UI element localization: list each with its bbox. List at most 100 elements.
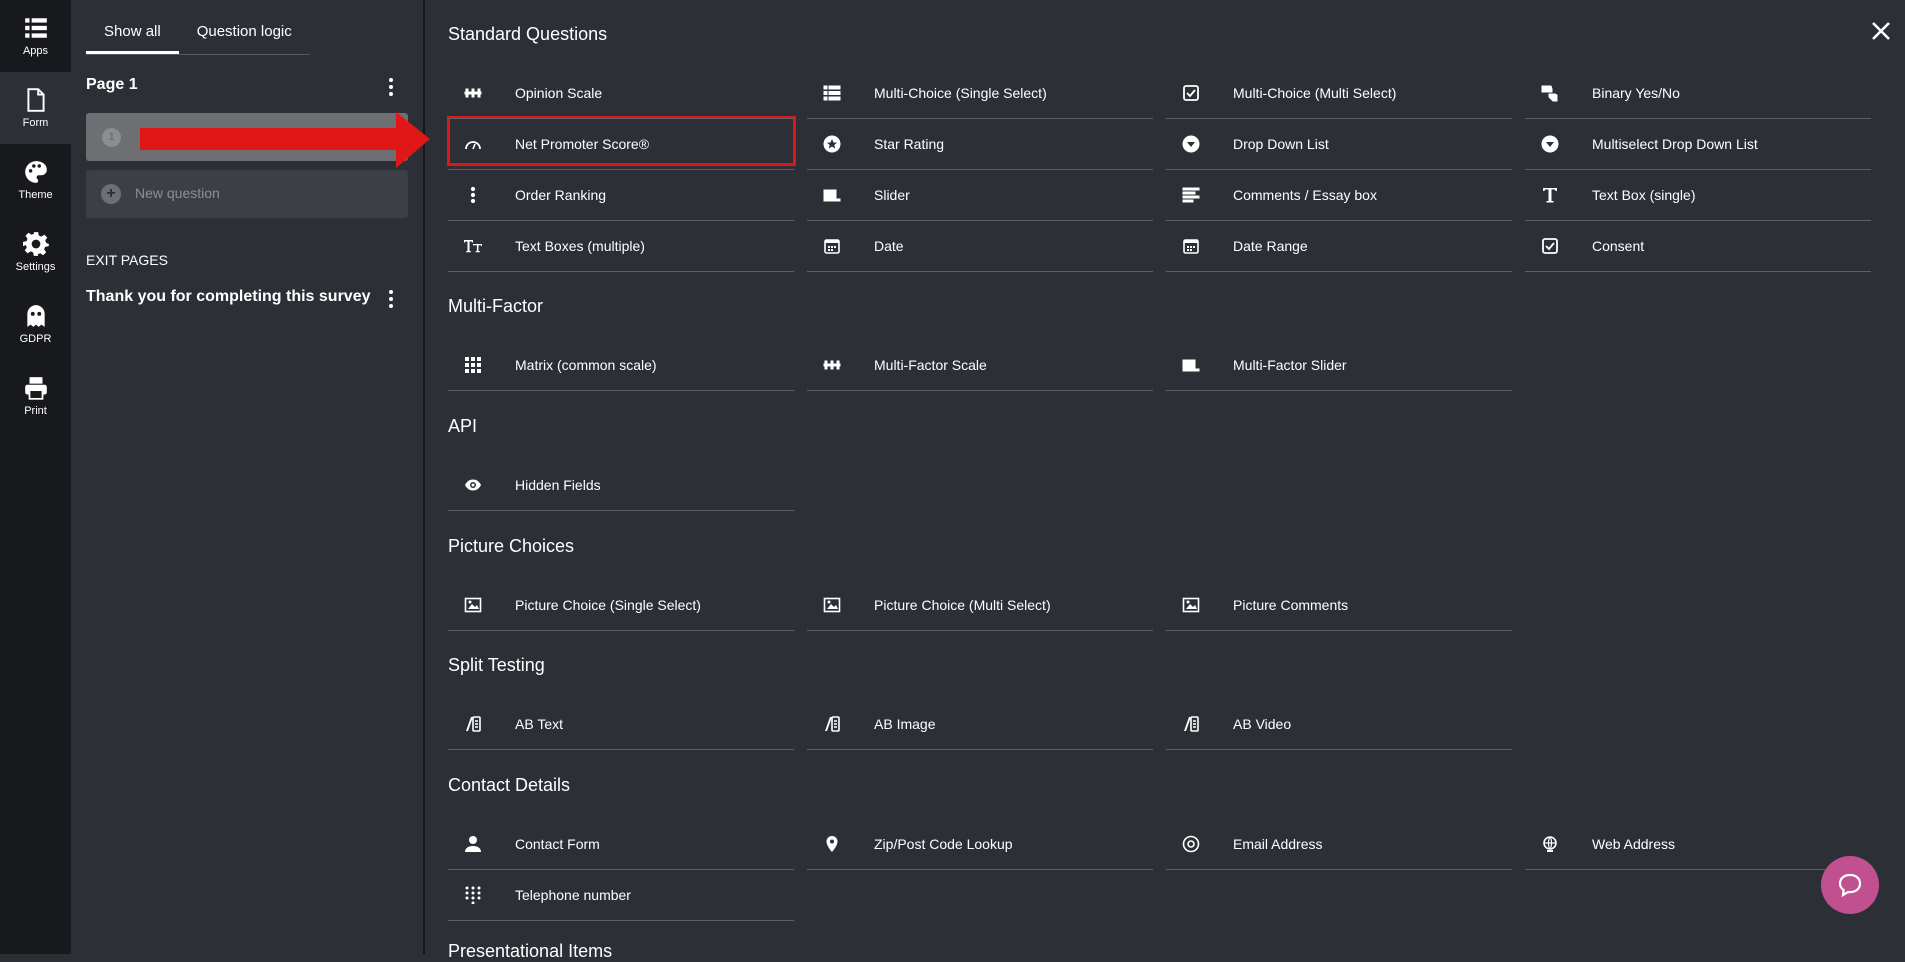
section-title-picture-choices: Picture Choices	[448, 536, 575, 556]
question-type-order-ranking[interactable]: Order Ranking	[448, 170, 794, 221]
exit-page-thank-you[interactable]: Thank you for completing this survey	[86, 288, 371, 306]
palette-icon	[24, 161, 47, 183]
grid-icon	[464, 356, 482, 374]
question-type-label: Date Range	[1233, 238, 1308, 254]
new-question-button[interactable]: + New question	[86, 170, 408, 218]
question-type-label: Date	[874, 238, 904, 254]
question-type-text-boxes-multiple[interactable]: Text Boxes (multiple)	[448, 221, 794, 272]
gear-icon	[22, 232, 49, 256]
chat-bubble-icon	[1838, 873, 1862, 898]
question-type-web-address[interactable]: Web Address	[1525, 819, 1871, 870]
question-type-date[interactable]: Date	[807, 221, 1153, 272]
question-type-date-range[interactable]: Date Range	[1166, 221, 1512, 272]
question-type-label: AB Video	[1233, 716, 1292, 732]
rail-label: GDPR	[19, 333, 52, 345]
split-icon	[823, 715, 841, 733]
question-type-multi-choice-multi-select[interactable]: Multi-Choice (Multi Select)	[1166, 68, 1512, 119]
rail-label: Form	[22, 117, 49, 129]
rail-label: Settings	[15, 261, 56, 273]
list-icon	[823, 84, 841, 102]
page-title: Page 1	[86, 76, 138, 93]
ghost-icon	[26, 305, 45, 327]
question-type-label: Picture Choice (Single Select)	[515, 597, 701, 613]
at-icon	[1182, 835, 1200, 853]
section-title-multi-factor: Multi-Factor	[448, 296, 544, 316]
rail-item-print[interactable]: Print	[0, 360, 71, 432]
question-type-picture-choice-single-select[interactable]: Picture Choice (Single Select)	[448, 580, 794, 631]
question-type-label: Hidden Fields	[515, 477, 601, 493]
question-type-gallery: Standard Questions Opinion Scale Multi-Cho…	[425, 0, 1905, 961]
picture-icon	[464, 596, 482, 614]
rail-item-form[interactable]: Form	[0, 72, 71, 144]
question-type-picture-choice-multi-select[interactable]: Picture Choice (Multi Select)	[807, 580, 1153, 631]
pin-icon	[823, 835, 841, 853]
question-type-zip-post-code-lookup[interactable]: Zip/Post Code Lookup	[807, 819, 1153, 870]
question-type-multi-factor-scale[interactable]: Multi-Factor Scale	[807, 340, 1153, 391]
dropdown-icon	[1182, 135, 1200, 153]
question-type-label: AB Image	[874, 716, 936, 732]
question-type-contact-form[interactable]: Contact Form	[448, 819, 794, 870]
question-type-slider[interactable]: Slider	[807, 170, 1153, 221]
person-icon	[464, 835, 482, 853]
question-type-label: Net Promoter Score®	[515, 136, 650, 152]
checkbox-icon	[1541, 237, 1559, 255]
question-type-label: Comments / Essay box	[1233, 187, 1377, 203]
gauge-icon	[464, 135, 482, 153]
page-menu-icon[interactable]	[388, 78, 394, 96]
app-rail: Apps Form Theme Settings GDPR Print	[0, 0, 71, 954]
question-type-comments-essay-box[interactable]: Comments / Essay box	[1166, 170, 1512, 221]
question-number: 1	[102, 128, 121, 147]
text-tt-icon	[464, 237, 482, 255]
question-type-matrix-common-scale[interactable]: Matrix (common scale)	[448, 340, 794, 391]
question-type-multiselect-drop-down-list[interactable]: Multiselect Drop Down List	[1525, 119, 1871, 170]
help-chat-button[interactable]	[1821, 856, 1879, 914]
question-type-label: Multi-Factor Slider	[1233, 357, 1347, 373]
close-icon[interactable]	[1870, 20, 1892, 42]
keypad-icon	[464, 886, 482, 904]
question-type-ab-video[interactable]: AB Video	[1166, 699, 1512, 750]
star-icon	[823, 135, 841, 153]
section-title-split-testing: Split Testing	[448, 655, 545, 675]
section-title-standard-questions: Standard Questions	[448, 24, 608, 44]
text-t-icon	[1541, 186, 1559, 204]
question-type-opinion-scale[interactable]: Opinion Scale	[448, 68, 794, 119]
tab-show-all[interactable]: Show all	[86, 18, 179, 54]
section-title-api: API	[448, 416, 478, 436]
question-type-telephone-number[interactable]: Telephone number	[448, 870, 794, 921]
question-type-label: Order Ranking	[515, 187, 607, 203]
scale-icon	[823, 356, 841, 374]
question-type-label: Opinion Scale	[515, 85, 603, 101]
question-type-picture-comments[interactable]: Picture Comments	[1166, 580, 1512, 631]
split-icon	[464, 715, 482, 733]
question-type-ab-text[interactable]: AB Text	[448, 699, 794, 750]
rail-item-settings[interactable]: Settings	[0, 216, 71, 288]
question-type-label: Zip/Post Code Lookup	[874, 836, 1013, 852]
question-type-multi-factor-slider[interactable]: Multi-Factor Slider	[1166, 340, 1512, 391]
dropdown-icon	[1541, 135, 1559, 153]
picture-icon	[823, 596, 841, 614]
tab-question-logic[interactable]: Question logic	[179, 18, 310, 54]
question-type-label: Text Box (single)	[1592, 187, 1696, 203]
plus-icon: +	[101, 184, 121, 204]
rail-label: Print	[24, 405, 47, 417]
question-type-ab-image[interactable]: AB Image	[807, 699, 1153, 750]
question-type-hidden-fields[interactable]: Hidden Fields	[448, 460, 794, 511]
exit-page-menu-icon[interactable]	[388, 290, 394, 308]
rail-item-theme[interactable]: Theme	[0, 144, 71, 216]
question-type-net-promoter-score[interactable]: Net Promoter Score®	[448, 119, 794, 170]
question-type-binary-yes-no[interactable]: Binary Yes/No	[1525, 68, 1871, 119]
split-icon	[1182, 715, 1200, 733]
question-type-drop-down-list[interactable]: Drop Down List	[1166, 119, 1512, 170]
question-type-star-rating[interactable]: Star Rating	[807, 119, 1153, 170]
question-type-email-address[interactable]: Email Address	[1166, 819, 1512, 870]
question-type-text-box-single[interactable]: Text Box (single)	[1525, 170, 1871, 221]
rail-item-apps[interactable]: Apps	[0, 0, 71, 72]
question-type-label: Matrix (common scale)	[515, 357, 657, 373]
question-type-consent[interactable]: Consent	[1525, 221, 1871, 272]
question-type-label: Email Address	[1233, 836, 1323, 852]
question-type-label: Picture Choice (Multi Select)	[874, 597, 1051, 613]
rail-item-gdpr[interactable]: GDPR	[0, 288, 71, 360]
question-type-multi-choice-single-select[interactable]: Multi-Choice (Single Select)	[807, 68, 1153, 119]
form-icon	[26, 88, 45, 112]
question-type-label: Multi-Choice (Multi Select)	[1233, 85, 1397, 101]
